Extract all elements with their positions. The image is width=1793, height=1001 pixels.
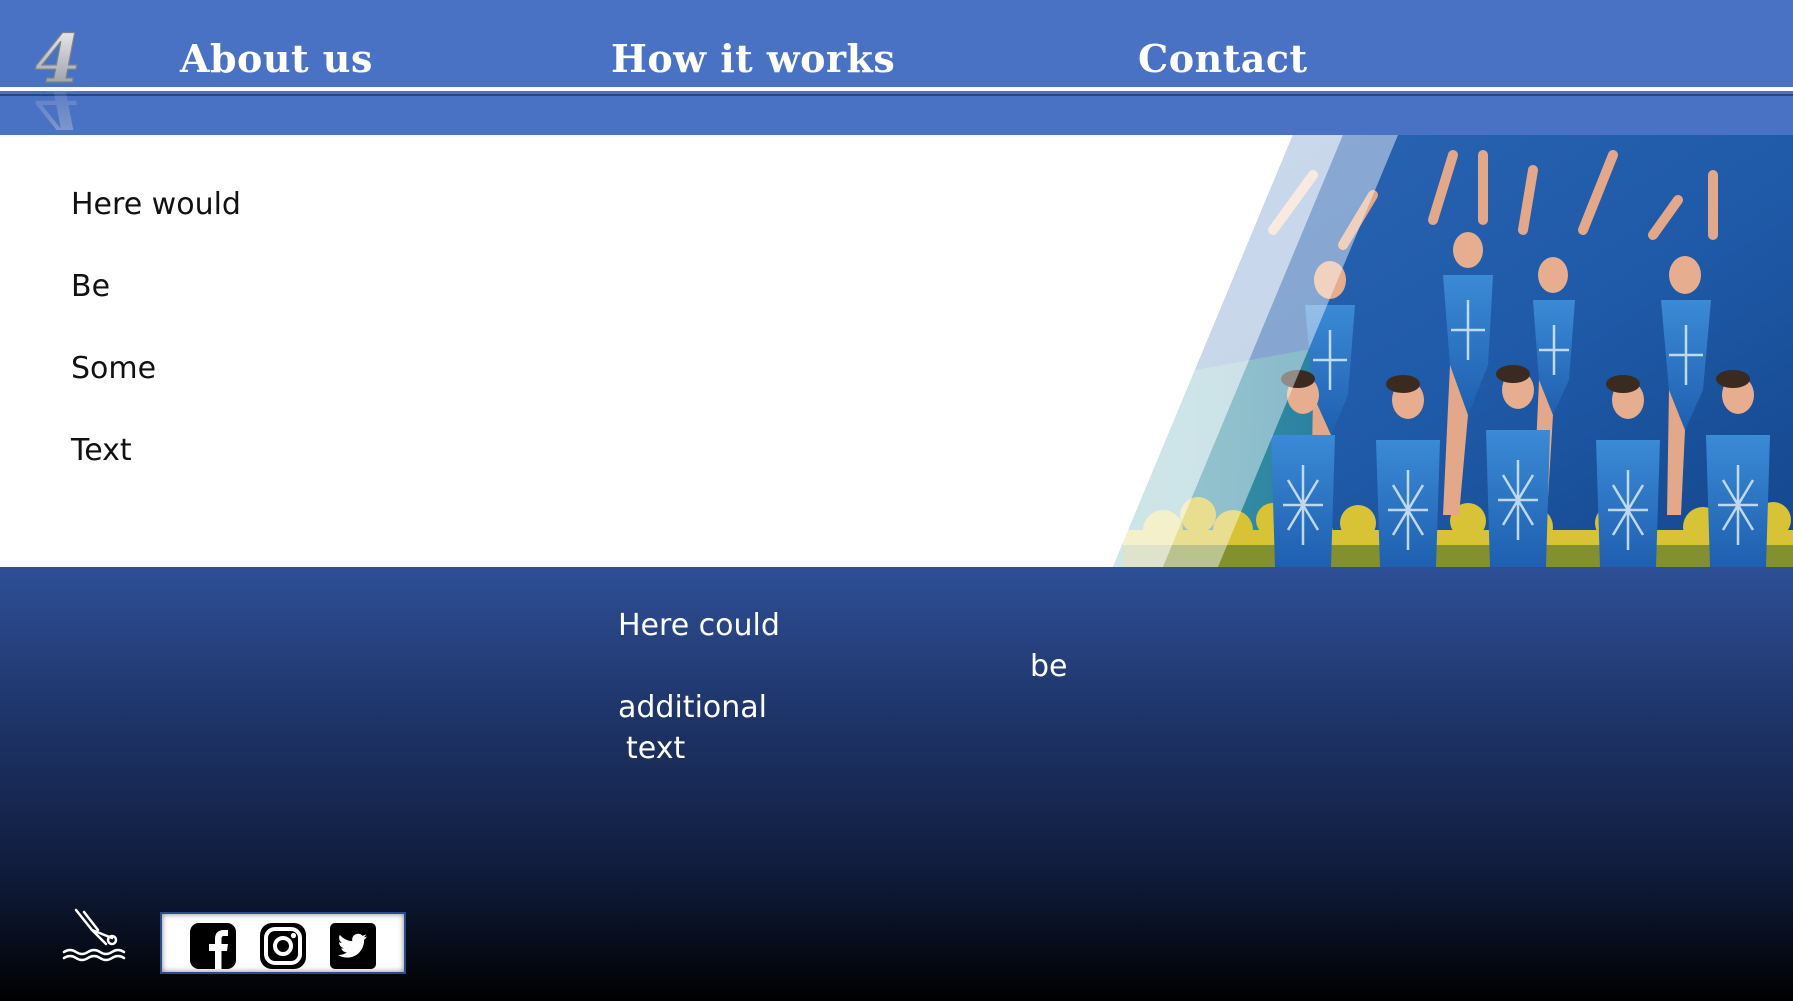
intro-line: Some <box>71 351 157 386</box>
nav-contact[interactable]: Contact <box>1138 36 1308 81</box>
social-links-box <box>160 912 406 974</box>
nav-divider-shadow <box>0 94 1793 96</box>
footer-text-line: additional <box>618 690 767 725</box>
instagram-icon[interactable] <box>260 923 306 969</box>
nav-about-us[interactable]: About us <box>180 36 373 81</box>
footer-text-line: text <box>626 731 686 766</box>
intro-line: Text <box>71 433 132 468</box>
swimmer-icon <box>62 908 126 962</box>
intro-line: Be <box>71 269 111 304</box>
footer-text-be: be <box>1030 649 1068 684</box>
logo-reflection: 4 <box>35 72 81 130</box>
nav-divider <box>0 87 1793 91</box>
intro-line: Here would <box>71 187 241 222</box>
intro-text-block: Here would Be Some Text <box>71 185 241 513</box>
logo-four-icon[interactable]: 4 4 <box>34 20 90 130</box>
facebook-icon[interactable] <box>190 923 236 969</box>
nav-how-it-works[interactable]: How it works <box>611 36 895 81</box>
top-navigation-bar: 4 4 About us How it works Contact <box>0 0 1793 135</box>
footer-text-line: Here could <box>618 608 780 643</box>
twitter-icon[interactable] <box>330 923 376 969</box>
hero-swimmers-image <box>1013 135 1793 567</box>
